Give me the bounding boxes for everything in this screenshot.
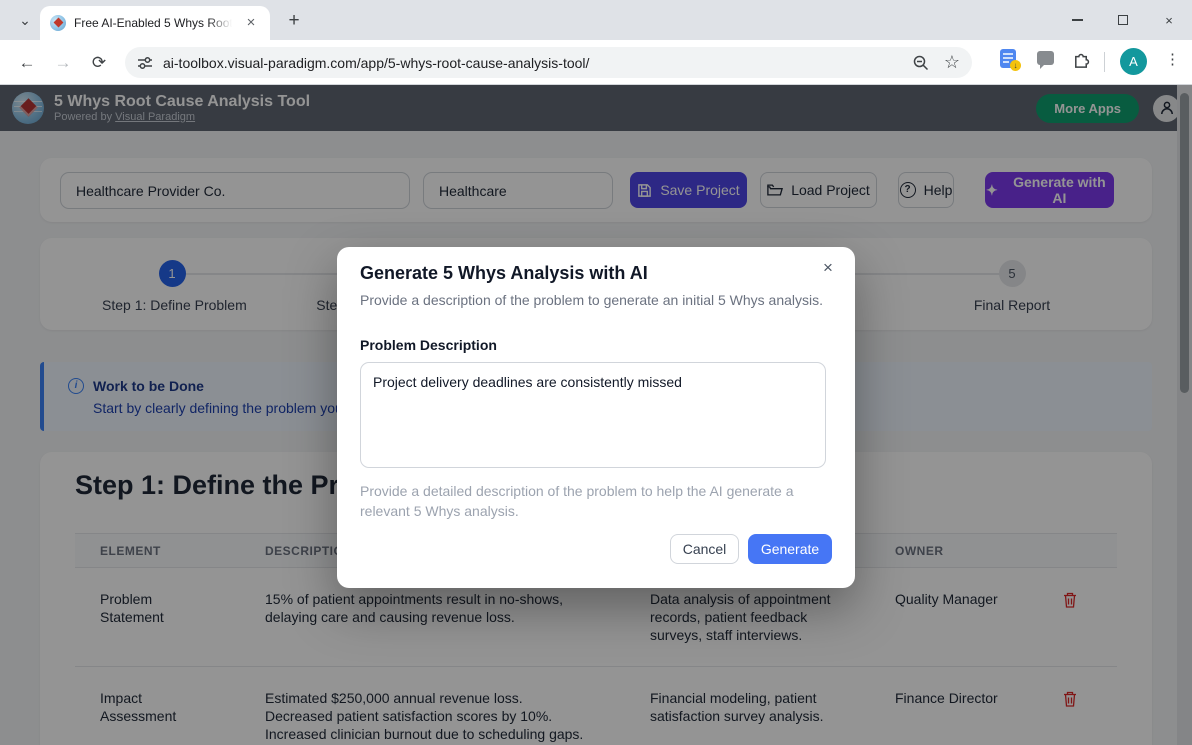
zoom-out-icon[interactable] — [912, 54, 930, 72]
forward-button[interactable]: → — [50, 50, 76, 76]
extensions-puzzle-icon[interactable] — [1072, 50, 1091, 69]
reload-button[interactable]: ⟳ — [86, 50, 112, 76]
site-settings-icon[interactable] — [137, 55, 153, 71]
url-text[interactable]: ai-toolbox.visual-paradigm.com/app/5-why… — [163, 55, 912, 71]
tab-title: Free AI-Enabled 5 Whys Root C — [74, 16, 232, 30]
docs-extension-icon[interactable]: ↓ — [1000, 49, 1016, 68]
maximize-icon — [1118, 15, 1128, 25]
toolbar-separator — [1104, 52, 1105, 72]
modal-title: Generate 5 Whys Analysis with AI — [360, 263, 832, 284]
generate-ai-modal: Generate 5 Whys Analysis with AI × Provi… — [337, 247, 855, 588]
generate-button[interactable]: Generate — [748, 534, 832, 564]
field-helper-text: Provide a detailed description of the pr… — [360, 481, 800, 521]
tab-strip: ⌄ Free AI-Enabled 5 Whys Root C × + × — [0, 0, 1192, 40]
problem-description-label: Problem Description — [360, 337, 832, 353]
browser-navbar: ← → ⟳ ai-toolbox.visual-paradigm.com/app… — [0, 40, 1192, 85]
bookmark-star-icon[interactable]: ☆ — [944, 52, 960, 73]
address-bar[interactable]: ai-toolbox.visual-paradigm.com/app/5-why… — [125, 47, 972, 78]
browser-chrome: ⌄ Free AI-Enabled 5 Whys Root C × + × ← … — [0, 0, 1192, 85]
window-close-button[interactable]: × — [1146, 0, 1192, 40]
tab-search-button[interactable]: ⌄ — [10, 7, 40, 34]
minimize-icon — [1072, 19, 1083, 20]
problem-description-textarea[interactable]: Project delivery deadlines are consisten… — [360, 362, 826, 468]
browser-tab[interactable]: Free AI-Enabled 5 Whys Root C × — [40, 6, 270, 40]
cancel-button[interactable]: Cancel — [670, 534, 739, 564]
new-tab-button[interactable]: + — [282, 9, 306, 33]
download-badge-icon: ↓ — [1010, 60, 1021, 71]
site-favicon-icon — [50, 15, 66, 31]
modal-close-icon[interactable]: × — [817, 257, 839, 279]
tab-close-icon[interactable]: × — [242, 14, 260, 32]
chevron-down-icon: ⌄ — [19, 12, 31, 29]
profile-avatar[interactable]: A — [1120, 48, 1147, 75]
modal-subtitle: Provide a description of the problem to … — [360, 292, 832, 308]
chat-extension-icon[interactable] — [1037, 49, 1054, 65]
window-controls: × — [1054, 0, 1192, 40]
window-minimize-button[interactable] — [1054, 0, 1100, 40]
window-maximize-button[interactable] — [1100, 0, 1146, 40]
back-button[interactable]: ← — [14, 50, 40, 76]
browser-menu-icon[interactable]: ⋮ — [1165, 50, 1180, 68]
